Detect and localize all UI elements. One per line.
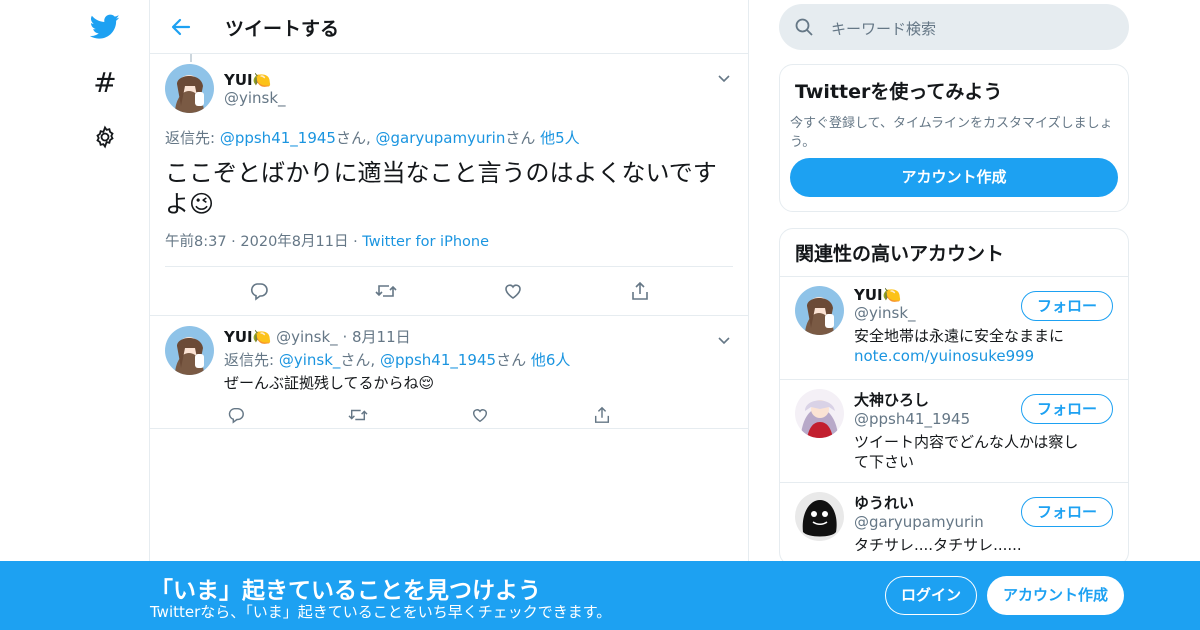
account-item[interactable]: ゆうれい @garyupamyurin タチサレ....タチサレ...... フ…	[780, 483, 1128, 565]
login-button[interactable]: ログイン	[885, 576, 977, 615]
chevron-down-icon[interactable]	[717, 70, 733, 86]
create-account-button[interactable]: アカウント作成	[790, 158, 1118, 197]
account-item[interactable]: 大神ひろし @ppsh41_1945 ツイート内容でどんな人かは察して下さい フ…	[780, 380, 1128, 483]
main-column: ツイートする YUI🍋 @yinsk_ 返信先: @ppsh41_1945さん,…	[149, 0, 749, 630]
right-sidebar: キーワード検索 Twitterを使ってみよう 今すぐ登録して、タイムラインをカス…	[779, 0, 1129, 566]
follow-button[interactable]: フォロー	[1021, 291, 1113, 321]
reply-separator: さん,	[335, 129, 376, 147]
follow-button[interactable]: フォロー	[1021, 394, 1113, 424]
reply-separator: さん,	[340, 351, 380, 369]
focused-tweet: YUI🍋 @yinsk_ 返信先: @ppsh41_1945さん, @garyu…	[150, 54, 748, 316]
twitter-logo-icon[interactable]	[88, 10, 122, 44]
signup-card-title: Twitterを使ってみよう	[795, 81, 1003, 103]
mention-link[interactable]: @garyupamyurin	[376, 129, 506, 147]
bio-link[interactable]: note.com/yuinosuke999	[854, 347, 1034, 365]
reply-tweet[interactable]: YUI🍋 @yinsk_ · 8月11日 返信先: @yinsk_さん, @pp…	[150, 316, 748, 429]
like-heart-icon[interactable]	[501, 279, 525, 303]
account-bio: ツイート内容でどんな人かは察して下さい	[854, 433, 1079, 471]
left-nav: #	[0, 0, 150, 630]
more-mentions-link[interactable]: 他6人	[531, 351, 571, 369]
avatar[interactable]	[165, 64, 214, 113]
retweet-icon[interactable]	[374, 279, 398, 303]
account-item[interactable]: YUI🍋 @yinsk_ 安全地帯は永遠に安全なままに note.com/yui…	[780, 277, 1128, 380]
related-accounts-card: 関連性の高いアカウント YUI🍋 @yinsk_ 安全地帯は永遠に安全なままに …	[779, 228, 1129, 566]
app: # ツイートする YUI🍋 @yinsk_ 返信先: @ppsh41_1945さ…	[0, 0, 1200, 630]
author-handle[interactable]: @yinsk_	[276, 328, 338, 346]
share-icon[interactable]	[590, 403, 614, 427]
retweet-icon[interactable]	[346, 403, 370, 427]
tweet-text: ぜーんぶ証拠残してるからね😌	[224, 374, 435, 392]
tweet-source[interactable]: Twitter for iPhone	[362, 234, 489, 250]
chevron-down-icon[interactable]	[717, 332, 733, 348]
author-name[interactable]: YUI🍋	[224, 71, 286, 89]
more-mentions-link[interactable]: 他5人	[540, 129, 580, 147]
reply-icon[interactable]	[247, 279, 271, 303]
create-account-button[interactable]: アカウント作成	[987, 576, 1124, 615]
tweet-actions	[165, 267, 733, 315]
search-input[interactable]: キーワード検索	[831, 18, 936, 39]
reply-separator: さん	[505, 129, 541, 147]
author-handle[interactable]: @yinsk_	[224, 89, 286, 107]
mention-link[interactable]: @yinsk_	[279, 351, 341, 369]
reply-header: YUI🍋 @yinsk_ · 8月11日	[224, 328, 411, 346]
reply-to-label: 返信先:	[224, 351, 279, 369]
mention-link[interactable]: @ppsh41_1945	[380, 351, 496, 369]
reply-to-line: 返信先: @ppsh41_1945さん, @garyupamyurinさん 他5…	[165, 127, 733, 148]
account-bio: タチサレ....タチサレ......	[854, 536, 1022, 554]
like-heart-icon[interactable]	[468, 403, 492, 427]
signup-card: Twitterを使ってみよう 今すぐ登録して、タイムラインをカスタマイズしましょ…	[779, 64, 1129, 212]
related-accounts-title: 関連性の高いアカウント	[780, 229, 1128, 277]
back-arrow-icon[interactable]	[166, 12, 196, 42]
search-box[interactable]: キーワード検索	[779, 4, 1129, 50]
tweet-text: ここぞとばかりに適当なこと言うのはよくないですよ😉	[165, 159, 717, 218]
page-title: ツイートする	[225, 18, 340, 40]
avatar[interactable]	[795, 389, 844, 438]
signup-banner: 「いま」起きていることを見つけよう Twitterなら、「いま」起きていることを…	[0, 561, 1200, 630]
banner-subtitle: Twitterなら、「いま」起きていることをいち早くチェックできます。	[150, 603, 612, 621]
avatar[interactable]	[795, 286, 844, 335]
author-name[interactable]: YUI🍋	[224, 328, 271, 346]
tweet-date[interactable]: 8月11日	[352, 328, 411, 346]
reply-separator: さん	[496, 351, 531, 369]
hashtag-icon[interactable]: #	[88, 65, 122, 99]
tweet-actions	[224, 403, 614, 427]
banner-title: 「いま」起きていることを見つけよう	[150, 578, 541, 604]
reply-icon[interactable]	[224, 403, 248, 427]
avatar[interactable]	[795, 492, 844, 541]
signup-card-desc: 今すぐ登録して、タイムラインをカスタマイズしましょう。	[790, 116, 1113, 150]
gear-icon[interactable]	[88, 120, 122, 154]
follow-button[interactable]: フォロー	[1021, 497, 1113, 527]
reply-to-label: 返信先:	[165, 129, 220, 147]
tweet-date[interactable]: 2020年8月11日	[240, 234, 348, 250]
search-icon	[795, 18, 813, 36]
mention-link[interactable]: @ppsh41_1945	[220, 129, 336, 147]
account-bio: 安全地帯は永遠に安全なままに note.com/yuinosuke999	[854, 327, 1065, 365]
avatar[interactable]	[165, 326, 214, 375]
reply-to-line: 返信先: @yinsk_さん, @ppsh41_1945さん 他6人	[224, 349, 733, 370]
tweet-meta: 午前8:37 · 2020年8月11日 · Twitter for iPhone	[165, 230, 733, 267]
share-icon[interactable]	[628, 279, 652, 303]
tweet-time[interactable]: 午前8:37	[165, 234, 227, 250]
page-header: ツイートする	[150, 0, 748, 54]
